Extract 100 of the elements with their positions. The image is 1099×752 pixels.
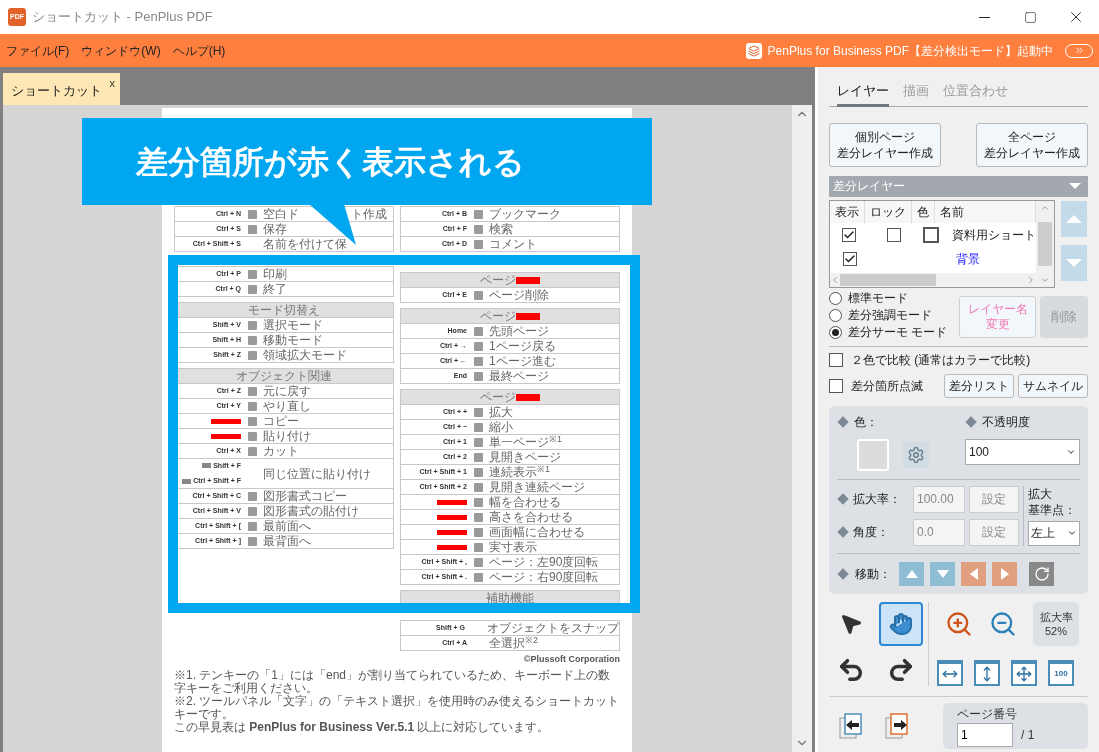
shortcut-label: 保存 (263, 222, 287, 236)
option-label: 差分箇所点滅 (851, 377, 923, 395)
check-icon (844, 252, 856, 265)
move-left-button[interactable] (961, 561, 986, 586)
panel-tab[interactable]: レイヤー (837, 81, 889, 107)
panel-button[interactable]: サムネイル (1018, 373, 1088, 398)
horizontal-scrollbar[interactable] (830, 272, 1036, 287)
redaction-mark (437, 529, 467, 535)
color-swatch[interactable] (923, 226, 940, 243)
lock-checkbox[interactable] (886, 227, 901, 242)
mode-radio[interactable] (829, 325, 842, 339)
create-layer-button[interactable]: 個別ページ 差分レイヤー作成 (829, 122, 941, 167)
reset-button[interactable] (1029, 561, 1054, 586)
gear-icon[interactable] (903, 441, 929, 468)
anchor-label: 基準点： (1028, 501, 1077, 518)
shortcut-label: やり直し (263, 399, 311, 413)
shortcut-label: 単一ページ$^{※1}$ (489, 435, 562, 449)
column-header: ロック (865, 200, 912, 223)
opacity-select[interactable]: 100 (965, 438, 1080, 465)
actual-size-icon[interactable]: 100 (1048, 659, 1074, 686)
minimize-icon (978, 16, 990, 18)
section-title: ページ (480, 309, 516, 323)
shortcut-label: 幅を合わせる (489, 495, 561, 509)
redaction-mark (211, 418, 241, 424)
shortcut-label: ト作成 (351, 207, 387, 221)
redaction-mark (211, 433, 241, 439)
callout-text: 差分箇所が赤く表示される (136, 142, 525, 182)
shortcut-label: 空白ド (263, 207, 299, 221)
menu-item[interactable]: ウィンドウ(W) (81, 41, 161, 60)
shortcut-label: 同じ位置に貼り付け (263, 466, 371, 481)
menu-item[interactable]: ファイル(F) (6, 41, 70, 60)
select-value[interactable]: 100 (969, 442, 990, 461)
shortcut-label: 先頭ページ (489, 324, 549, 338)
anchor-select[interactable]: 左上 (1028, 520, 1080, 546)
page-number-input[interactable]: 1 (957, 722, 1013, 747)
redaction-mark (516, 312, 540, 320)
hand-tool-button[interactable] (878, 601, 923, 646)
mode-radio[interactable] (829, 291, 842, 305)
page-number-label: ページ番号 (957, 705, 1018, 723)
layer-scrollbar[interactable] (1036, 200, 1054, 287)
shortcut-label: ページ：左90度回転 (489, 555, 599, 569)
move-up-button[interactable] (899, 561, 924, 586)
shortcut-label: ページ：右90度回転 (489, 570, 599, 584)
shortcut-label: 移動モード (263, 333, 323, 347)
shortcut-label: 画面幅に合わせる (489, 525, 585, 539)
zoom-value: 52% (1045, 623, 1067, 638)
shortcut-label: 縮小 (489, 420, 513, 434)
page-total: / 1 (1021, 726, 1035, 744)
shortcut-label: 図形書式の貼付け (263, 504, 359, 518)
window-title: ショートカット - PenPlus PDF (32, 8, 213, 27)
shortcut-label: オブジェクトをスナップ (487, 621, 619, 635)
move-down-button[interactable] (930, 561, 955, 586)
shortcut-label: 最終ページ (489, 369, 549, 383)
option-checkbox[interactable] (829, 378, 843, 393)
shortcut-label: 図形書式コピー (263, 489, 347, 503)
property-label: 移動： (855, 565, 892, 583)
visibility-checkbox[interactable] (843, 251, 857, 266)
copyright-text: ©Plussoft Corporation (523, 653, 620, 666)
tab-close-glyph[interactable]: x (109, 78, 115, 89)
zoom-out-icon[interactable] (989, 609, 1017, 638)
shortcut-label: 選択モード (263, 318, 323, 332)
layer-name[interactable]: 資料用ショート (952, 225, 1036, 244)
shortcut-label: 最背面へ (263, 534, 311, 548)
maximize-icon (1023, 10, 1037, 24)
fit-page-icon[interactable] (1011, 659, 1037, 686)
option-checkbox[interactable] (829, 352, 843, 367)
shortcut-label: 検索 (489, 222, 513, 236)
fit-width-icon[interactable] (937, 659, 963, 686)
scroll-left-icon[interactable] (830, 274, 840, 285)
shortcut-label: 領域拡大モード (263, 348, 347, 362)
shortcut-label: 見開きページ (489, 450, 561, 464)
layer-name[interactable]: 背景 (956, 249, 980, 268)
zoom-label: 拡大率 (1039, 609, 1073, 624)
mode-radio[interactable] (829, 308, 842, 322)
move-right-button[interactable] (992, 561, 1017, 586)
panel-button[interactable]: 差分リスト (944, 373, 1014, 398)
shortcut-label: コピー (263, 414, 299, 428)
mode-status-text: PenPlus for Business PDF【差分検出モード】起動中 (767, 42, 1053, 60)
shortcut-label: 1ページ戻る (489, 339, 556, 353)
footnote: この早見表は PenPlus for Business Ver.5.1 以上に対応しています。 (174, 720, 551, 734)
shortcut-label: 高さを合わせる (489, 510, 573, 524)
up-triangle-icon (1066, 214, 1082, 223)
footnote: ※1. テンキーの「1」には「end」が割り当てられているため、キーボード上の数字キーをご利用ください。 (174, 668, 612, 695)
select-value[interactable]: 左上 (1031, 524, 1055, 542)
menu-item[interactable]: ヘルプ(H) (172, 41, 226, 60)
small-glyph-icon (474, 290, 483, 300)
document-tab[interactable]: ショートカット x (3, 73, 120, 105)
shortcut-label: 拡大 (489, 405, 513, 419)
create-layer-button[interactable]: 全ページ 差分レイヤー作成 (976, 122, 1088, 167)
shortcut-label: 名前を付けて保 (263, 237, 347, 251)
fit-height-icon[interactable] (974, 659, 1000, 686)
vertical-scrollbar[interactable] (792, 105, 812, 752)
zoom-in-icon[interactable] (945, 609, 973, 638)
visibility-checkbox[interactable] (842, 227, 857, 242)
tab-label[interactable]: ショートカット (11, 81, 102, 101)
redaction-mark (516, 276, 540, 284)
column-header: 表示 (830, 200, 865, 223)
shortcut-label: 貼り付け (263, 429, 311, 443)
redaction-mark (516, 393, 540, 401)
scroll-right-icon[interactable] (1026, 274, 1036, 285)
